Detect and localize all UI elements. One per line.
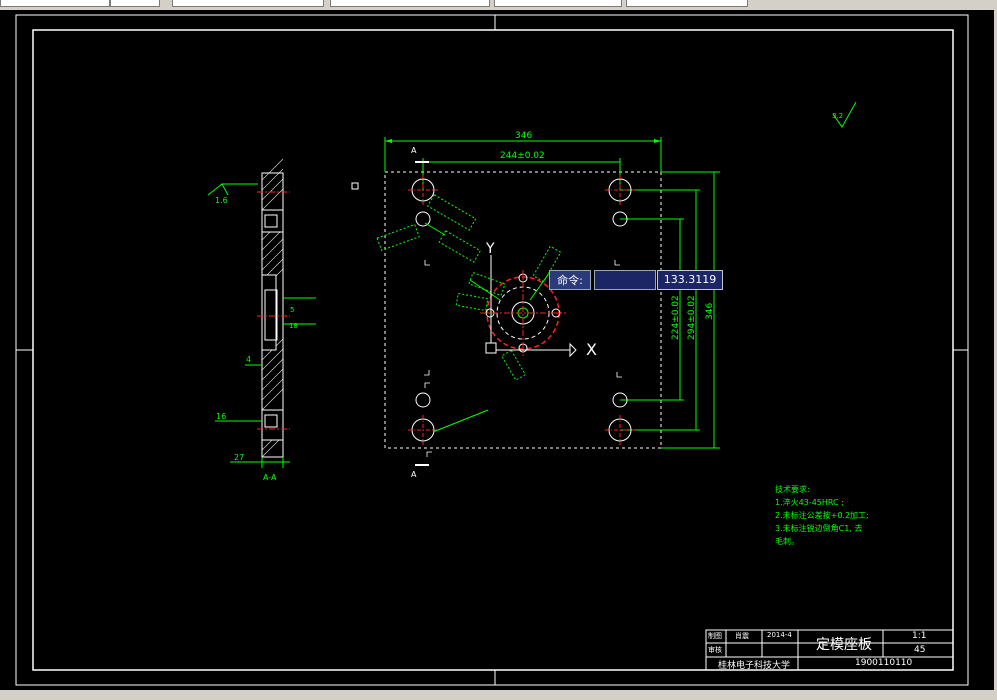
dim-hole-spacing-y-inner: 224±0.02 xyxy=(671,295,681,340)
drawing-canvas[interactable]: 1.6 27 4 16 5 18 A-A 346 244±0.02 346 29… xyxy=(0,10,994,690)
section-view-label: A-A xyxy=(263,473,277,482)
dim-bottom: 16 xyxy=(216,412,226,421)
title-block-role-2: 审核 xyxy=(708,646,722,654)
dim-hole-spacing-y-outer: 294±0.02 xyxy=(687,295,697,340)
ucs-icon: X Y xyxy=(485,241,597,359)
coordinate-readout[interactable]: 133.3119 xyxy=(657,270,723,290)
lineweight-dropdown[interactable] xyxy=(494,0,622,7)
layer-dropdown[interactable] xyxy=(0,0,110,7)
dim-hole-spacing-x: 244±0.02 xyxy=(500,151,545,161)
color-dropdown[interactable] xyxy=(172,0,324,7)
title-block-role-1: 制图 xyxy=(708,632,722,640)
title-block-date: 2014-4 xyxy=(767,631,792,639)
surface-finish-left: 1.6 xyxy=(215,196,228,205)
horizontal-scrollbar[interactable] xyxy=(0,690,997,700)
section-view: 1.6 27 4 16 5 18 A-A xyxy=(207,158,316,482)
tech-requirement-1: 1.淬火43-45HRC ; xyxy=(775,498,844,507)
dim-thickness: 27 xyxy=(234,453,244,462)
linetype-dropdown[interactable] xyxy=(330,0,490,7)
title-block-school: 桂林电子科技大学 xyxy=(718,661,791,671)
command-input[interactable] xyxy=(594,270,656,290)
title-block-scale: 1:1 xyxy=(912,631,927,641)
title-block-name-1: 肖震 xyxy=(735,632,749,640)
section-mark-top: A xyxy=(411,146,417,155)
plotstyle-dropdown[interactable] xyxy=(626,0,748,7)
dim-overall-height: 346 xyxy=(705,303,715,320)
command-prompt-label: 命令: xyxy=(549,270,591,290)
dim-4: 4 xyxy=(246,355,251,364)
dim-section-b: 18 xyxy=(289,322,298,330)
section-mark-bottom: A xyxy=(411,470,417,479)
tech-requirement-3: 3.未标注锐边倒角C1, 去 xyxy=(775,524,863,533)
cad-drawing: 1.6 27 4 16 5 18 A-A 346 244±0.02 346 29… xyxy=(15,14,969,686)
title-block-drawing-number: 1900110110 xyxy=(855,658,913,668)
ucs-x-label: X xyxy=(586,340,597,359)
style-dropdown[interactable] xyxy=(110,0,160,7)
tech-requirement-4: 毛刺。 xyxy=(775,537,799,546)
plan-view: 346 244±0.02 346 294±0.02 224±0.02 A A X… xyxy=(351,131,720,479)
dim-overall-width: 346 xyxy=(515,131,532,141)
title-block-material: 45 xyxy=(914,645,926,655)
tech-requirement-2: 2.未标注公差按+0.2加工; xyxy=(775,511,869,520)
dim-section-a: 5 xyxy=(290,306,294,314)
drawing-border xyxy=(32,29,954,671)
title-block-part-name: 定模座板 xyxy=(816,637,872,653)
ucs-y-label: Y xyxy=(485,241,495,257)
tech-requirements-title: 技术要求: xyxy=(775,485,810,494)
surface-finish-right: 3.2 xyxy=(832,112,843,120)
